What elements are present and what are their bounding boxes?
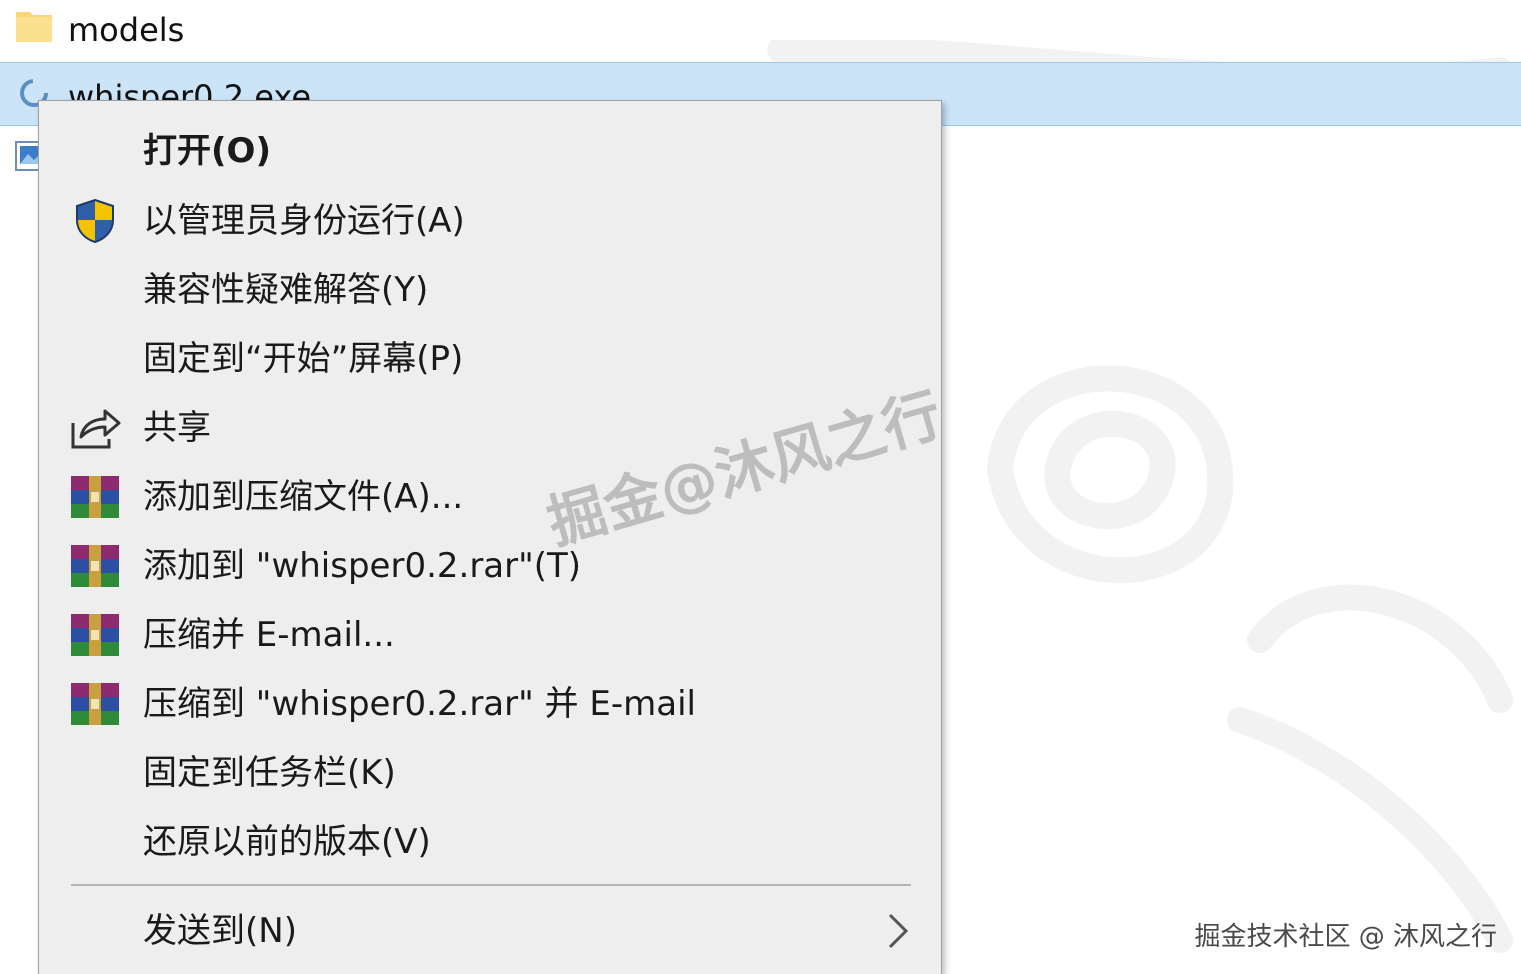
context-menu: 打开(O) 以管理员身份运行(A) 兼容性疑难解答(Y) 固定到“开始”屏幕(P… [38, 100, 942, 974]
share-icon [71, 409, 121, 449]
menu-item-label: 固定到“开始”屏幕(P) [143, 339, 464, 379]
menu-item-label: 共享 [143, 408, 211, 448]
winrar-icon [71, 545, 119, 587]
watermark-corner-text: 掘金技术社区 @ 沐风之行 [1194, 922, 1497, 952]
menu-item-label: 固定到任务栏(K) [143, 753, 396, 793]
menu-item-run-as-admin[interactable]: 以管理员身份运行(A) [39, 189, 941, 251]
menu-item-restore-previous-versions[interactable]: 还原以前的版本(V) [39, 810, 941, 872]
folder-icon [16, 12, 52, 42]
menu-item-label: 压缩到 "whisper0.2.rar" 并 E-mail [143, 684, 696, 724]
menu-item-send-to[interactable]: 发送到(N) [39, 899, 941, 961]
menu-item-compatibility-troubleshoot[interactable]: 兼容性疑难解答(Y) [39, 258, 941, 320]
menu-item-label: 添加到 "whisper0.2.rar"(T) [143, 546, 582, 586]
menu-separator [71, 884, 911, 886]
menu-item-compress-to-rar-and-email[interactable]: 压缩到 "whisper0.2.rar" 并 E-mail [39, 672, 941, 734]
file-row-models[interactable]: models [0, 0, 1521, 60]
winrar-icon [71, 476, 119, 518]
menu-item-label: 兼容性疑难解答(Y) [143, 270, 429, 310]
menu-item-pin-to-taskbar[interactable]: 固定到任务栏(K) [39, 741, 941, 803]
menu-item-open[interactable]: 打开(O) [39, 119, 941, 181]
menu-item-label: 发送到(N) [143, 911, 297, 951]
uac-shield-icon [76, 198, 114, 244]
winrar-icon [71, 683, 119, 725]
menu-item-pin-to-start[interactable]: 固定到“开始”屏幕(P) [39, 327, 941, 389]
menu-item-label: 打开(O) [143, 131, 271, 171]
menu-item-add-to-rar[interactable]: 添加到 "whisper0.2.rar"(T) [39, 534, 941, 596]
winrar-icon [71, 614, 119, 656]
menu-item-label: 还原以前的版本(V) [143, 822, 431, 862]
menu-item-label: 压缩并 E-mail... [143, 615, 395, 655]
menu-item-label: 添加到压缩文件(A)... [143, 477, 464, 517]
menu-item-add-to-archive[interactable]: 添加到压缩文件(A)... [39, 465, 941, 527]
menu-item-compress-and-email[interactable]: 压缩并 E-mail... [39, 603, 941, 665]
menu-item-label: 以管理员身份运行(A) [143, 201, 465, 241]
chevron-right-icon [888, 913, 909, 949]
file-name: models [68, 11, 185, 49]
menu-item-share[interactable]: 共享 [39, 396, 941, 458]
